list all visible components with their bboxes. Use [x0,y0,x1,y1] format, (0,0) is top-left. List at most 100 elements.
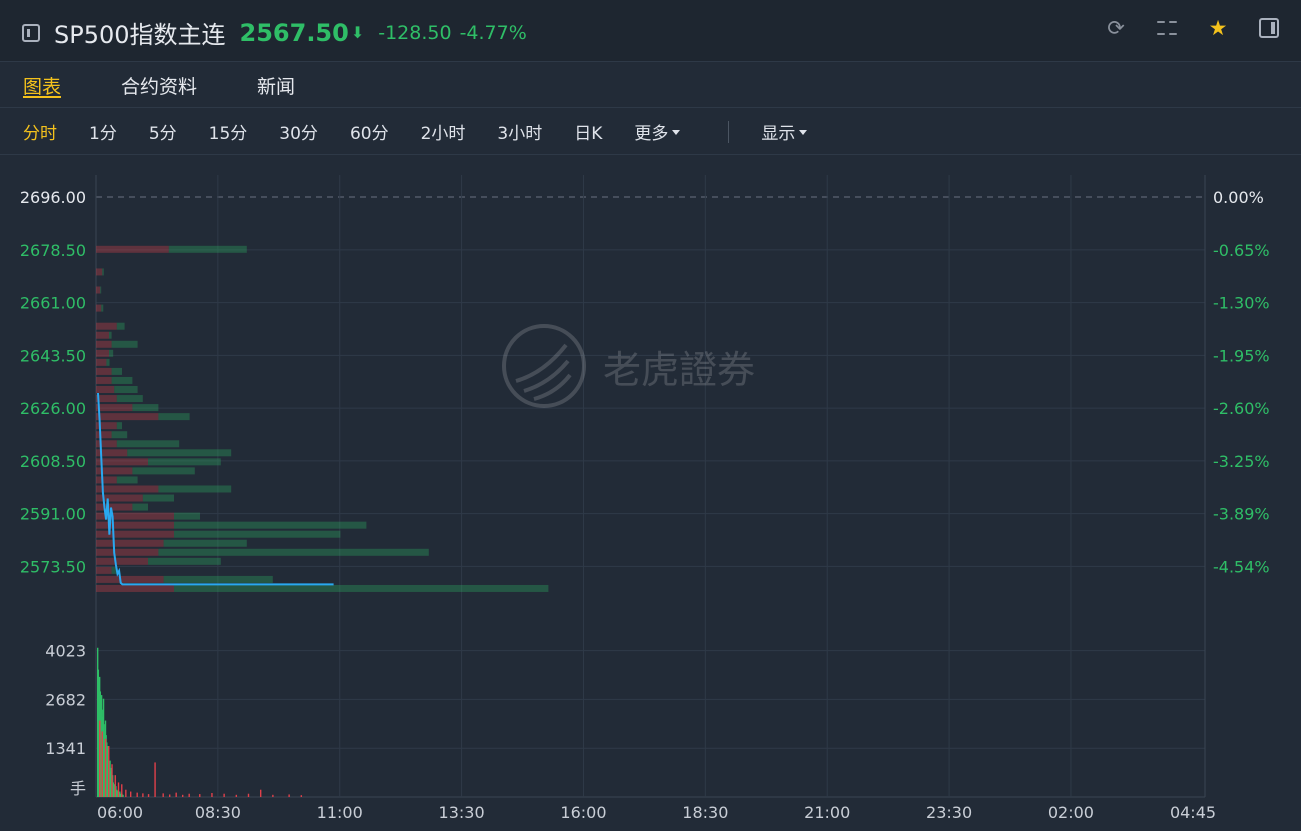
volume-bar-up [136,792,138,797]
volume-bar-up [288,794,290,797]
tab-contract-info[interactable]: 合约资料 [121,62,197,98]
volume-bar-up [121,784,123,797]
profile-sell-bar [109,331,112,339]
profile-buy-bar [96,386,115,393]
profile-sell-bar [142,494,174,502]
profile-buy-bar [96,539,164,547]
volume-bar-up [101,731,103,797]
profile-sell-bar [102,268,104,276]
profile-sell-bar [163,539,247,547]
period-daily[interactable]: 日K [574,119,602,144]
profile-buy-bar [96,557,148,565]
profile-sell-bar [174,521,367,529]
instrument-title: SP500指数主连 [54,21,226,49]
time-tick-label: 06:00 [97,803,143,822]
tiger-logo-stripes [515,343,572,401]
volume-bar-up [147,794,150,797]
profile-buy-bar [96,349,109,357]
volume-bar-up [154,762,156,797]
tab-chart[interactable]: 图表 [23,62,62,98]
display-dropdown[interactable]: 显示 [761,119,808,144]
side-panel-icon[interactable] [1259,18,1279,38]
price-tick-label: 2643.50 [20,346,86,365]
percent-tick-label: -4.54% [1213,557,1270,576]
favorite-star-icon[interactable]: ★ [1207,16,1229,40]
period-2hour[interactable]: 2小时 [421,119,466,144]
profile-sell-bar [106,358,110,366]
profile-sell-bar [109,349,114,357]
profile-buy-bar [96,476,117,484]
tab-news[interactable]: 新闻 [257,62,295,98]
profile-sell-bar [174,584,549,592]
profile-sell-bar [111,376,133,384]
volume-bar-up [99,720,101,797]
more-caret-icon [672,130,681,135]
more-label: 更多 [634,124,669,144]
volume-bar-up [117,782,120,797]
volume-bar-up [247,793,250,797]
profile-sell-bar [111,367,122,375]
profile-sell-bar [163,575,273,583]
display-caret-icon [799,130,808,135]
period-15min[interactable]: 15分 [209,119,248,144]
price-change: -128.50 [378,21,452,44]
intraday-chart[interactable]: 老虎證券 2696.00 0.00% 2678.50 -0.65% 2661.00 -1.… [0,155,1301,831]
price-tick-label: 2661.00 [20,294,86,313]
profile-buy-bar [96,245,169,253]
percent-tick-label: -2.60% [1213,399,1270,418]
main-tabs: 图表 合约资料 新闻 [0,62,1301,108]
time-tick-label: 18:30 [682,803,728,822]
volume-bar-up [181,794,184,797]
volume-bar-up [114,775,116,797]
profile-sell-bar [174,530,341,538]
volume-profile [96,245,549,592]
period-5min[interactable]: 5分 [149,119,177,144]
profile-sell-bar [116,322,125,330]
profile-buy-bar [96,530,174,538]
volume-tick-label: 1341 [45,739,86,758]
profile-buy-bar [96,521,174,529]
more-dropdown[interactable]: 更多 [634,119,681,144]
profile-sell-bar [114,386,138,393]
toolbar-divider [728,120,730,143]
profile-sell-bar [111,431,128,439]
period-3hour[interactable]: 3小时 [497,119,542,144]
down-arrow-icon: ⬇ [350,23,365,42]
time-tick-label: 13:30 [439,803,485,822]
profile-sell-bar [116,395,143,403]
profile-sell-bar [127,449,232,457]
volume-bar-up [235,794,238,797]
volume-bar-up [223,793,225,797]
time-tick-label: 23:30 [926,803,972,822]
profile-sell-bar [116,476,138,484]
time-tick-label: 08:30 [195,803,241,822]
percent-tick-label: -3.25% [1213,452,1270,471]
broker-watermark: 老虎證券 [502,324,755,408]
profile-buy-bar [96,286,101,294]
profile-buy-bar [96,340,112,348]
percent-tick-label: -3.89% [1213,505,1270,524]
period-1min[interactable]: 1分 [89,119,117,144]
price-tick-label: 2626.00 [20,399,86,418]
volume-bar-up [111,764,113,797]
period-intraday[interactable]: 分时 [23,119,57,144]
profile-sell-bar [158,548,429,556]
volume-bar-up [168,794,171,797]
grid-layout-icon[interactable] [1157,18,1177,38]
period-30min[interactable]: 30分 [279,119,318,144]
period-60min[interactable]: 60分 [350,119,389,144]
profile-buy-bar [96,358,107,366]
profile-buy-bar [96,584,174,592]
volume-bar-down [122,794,124,797]
volume-bar-up [211,792,213,797]
sidebar-toggle-icon[interactable] [22,23,40,42]
volume-tick-label: 2682 [45,690,86,709]
volume-bar-up [129,791,132,797]
volume-bar-up [175,792,177,797]
refresh-icon[interactable]: ⟳ [1105,16,1127,40]
watermark-text: 老虎證券 [603,348,755,392]
time-tick-label: 02:00 [1048,803,1094,822]
time-tick-label: 21:00 [804,803,850,822]
period-toolbar: 分时 1分 5分 15分 30分 60分 2小时 3小时 日K 更多 显示 [0,109,1301,155]
profile-buy-bar [96,331,109,339]
